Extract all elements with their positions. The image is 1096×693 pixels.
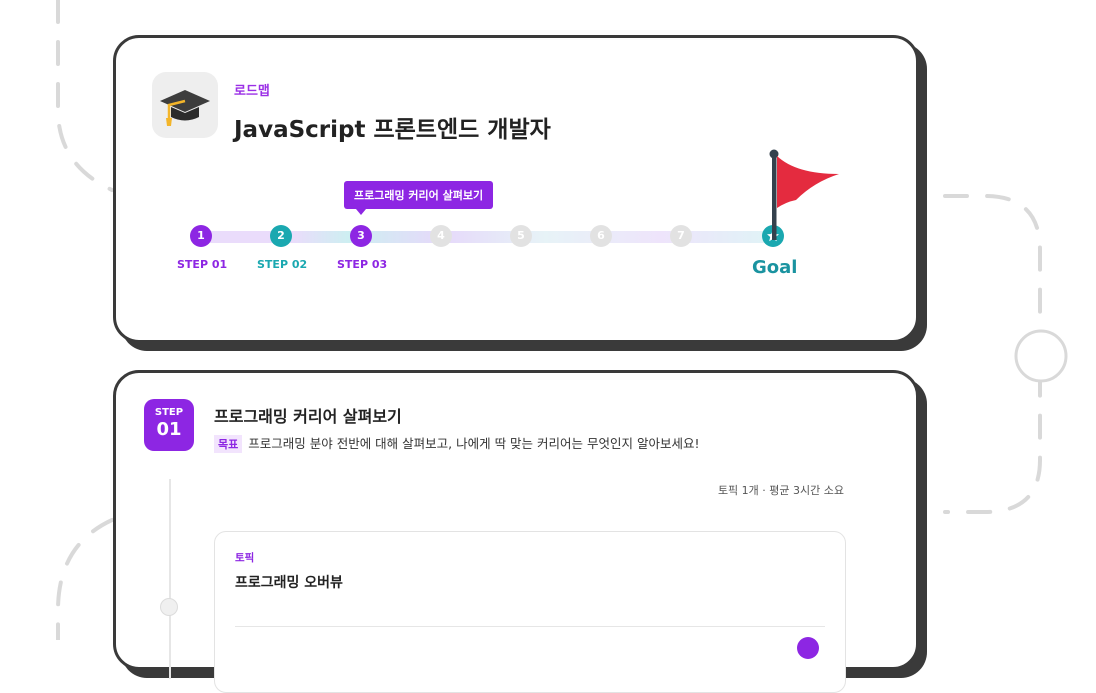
step-node-3[interactable]: 3 bbox=[350, 225, 372, 247]
timeline-line bbox=[169, 479, 171, 679]
graduation-cap-icon bbox=[152, 72, 218, 138]
topic-label: 토픽 bbox=[235, 552, 255, 564]
topic-card[interactable]: 토픽 프로그래밍 오버뷰 bbox=[214, 531, 846, 693]
topic-divider bbox=[235, 626, 825, 627]
goal-tag: 목표 bbox=[214, 435, 243, 453]
step-badge: STEP 01 bbox=[144, 399, 194, 451]
roadmap-card: 로드맵 JavaScript 프론트엔드 개발자 프로그래밍 커리어 살펴보기 … bbox=[113, 35, 919, 343]
step-goal-row: 목표 프로그래밍 분야 전반에 대해 살펴보고, 나에게 딱 맞는 커리어는 무엇… bbox=[214, 433, 699, 453]
goal-text: 프로그래밍 분야 전반에 대해 살펴보고, 나에게 딱 맞는 커리어는 무엇인지… bbox=[248, 436, 700, 451]
topic-title: 프로그래밍 오버뷰 bbox=[235, 575, 343, 591]
step-badge-label: STEP bbox=[154, 407, 184, 418]
step-node-6[interactable]: 6 bbox=[590, 225, 612, 247]
step-label-2: STEP 02 bbox=[257, 258, 308, 271]
flag-icon bbox=[769, 149, 839, 240]
step-node-2[interactable]: 2 bbox=[270, 225, 292, 247]
step-node-4[interactable]: 4 bbox=[430, 225, 452, 247]
step-card: STEP 01 프로그래밍 커리어 살펴보기 목표 프로그래밍 분야 전반에 대해… bbox=[113, 370, 919, 693]
topic-meta: 토픽 1개 · 평균 3시간 소요 bbox=[717, 484, 844, 497]
step-node-1[interactable]: 1 bbox=[190, 225, 212, 247]
roadmap-label: 로드맵 bbox=[234, 84, 270, 99]
step-node-7[interactable]: 7 bbox=[670, 225, 692, 247]
step-node-5[interactable]: 5 bbox=[510, 225, 532, 247]
current-step-tooltip: 프로그래밍 커리어 살펴보기 bbox=[344, 181, 494, 215]
topic-action-button[interactable] bbox=[797, 637, 819, 659]
goal-label: Goal bbox=[752, 257, 798, 278]
roadmap-title: JavaScript 프론트엔드 개발자 bbox=[234, 117, 551, 143]
step-title: 프로그래밍 커리어 살펴보기 bbox=[214, 407, 402, 426]
step-badge-number: 01 bbox=[156, 419, 182, 440]
step-label-3: STEP 03 bbox=[337, 258, 388, 271]
step-label-1: STEP 01 bbox=[177, 258, 228, 271]
timeline-dot bbox=[160, 598, 178, 616]
